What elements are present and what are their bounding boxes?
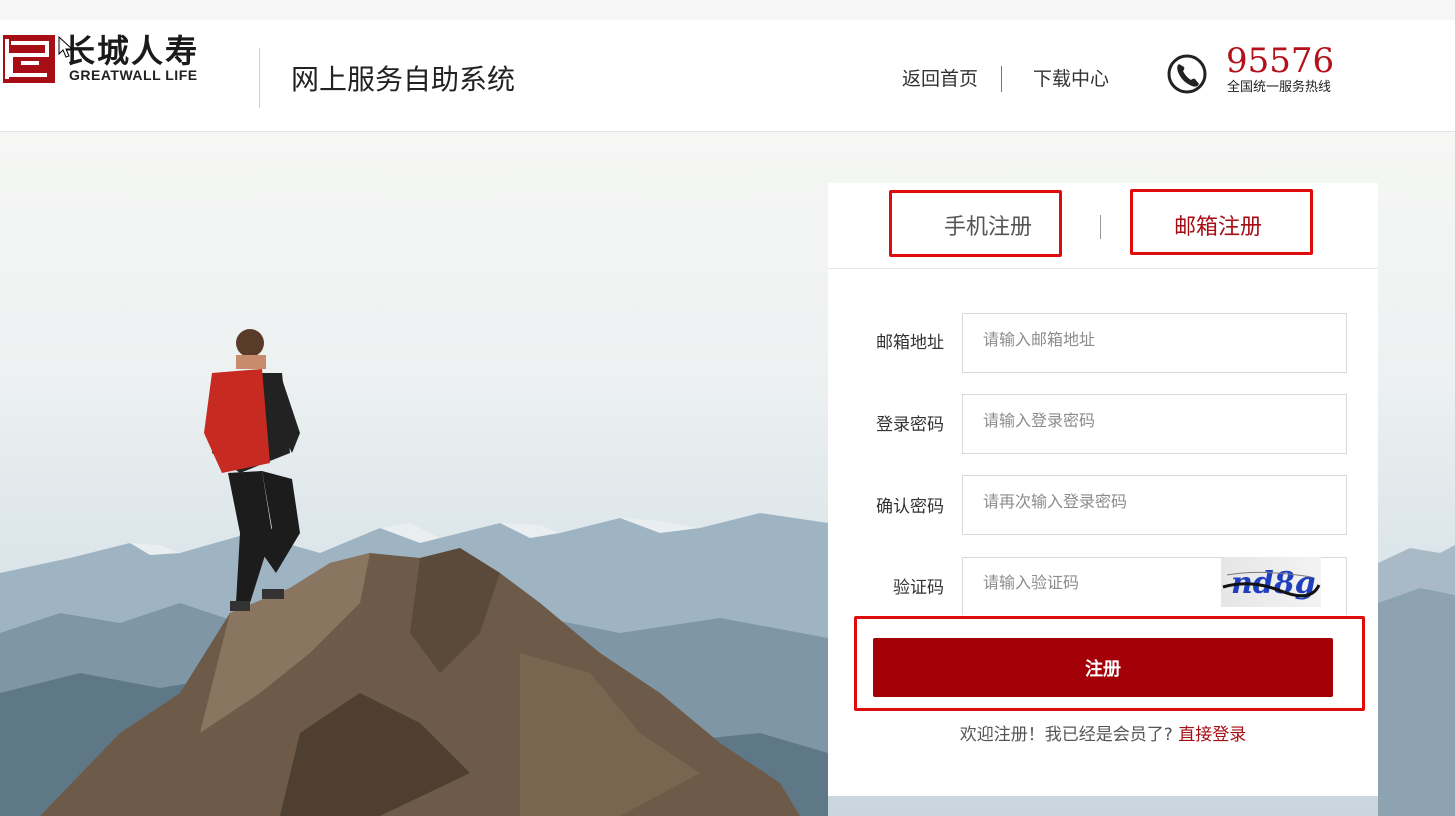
password-field[interactable] bbox=[962, 394, 1347, 454]
register-submit-button[interactable]: 注册 bbox=[873, 638, 1333, 697]
register-card: 手机注册 邮箱注册 邮箱地址 登录密码 确认密码 验证码 nd8g 注册 欢迎注… bbox=[828, 183, 1378, 796]
brand-name-cn: 长城人寿 bbox=[63, 32, 200, 70]
greatwall-seal-icon bbox=[3, 35, 55, 83]
browser-top-strip bbox=[0, 0, 1455, 20]
system-title: 网上服务自助系统 bbox=[291, 63, 516, 96]
email-field[interactable] bbox=[962, 313, 1347, 373]
tab-divider bbox=[1100, 215, 1101, 239]
brand-logo[interactable]: 长城人寿 GREATWALL LIFE bbox=[3, 32, 233, 102]
nav-download-link[interactable]: 下载中心 bbox=[1033, 66, 1109, 92]
header-divider bbox=[259, 48, 260, 108]
password-label: 登录密码 bbox=[876, 415, 944, 435]
tab-email-register[interactable]: 邮箱注册 bbox=[1128, 183, 1308, 269]
nav-home-link[interactable]: 返回首页 bbox=[902, 66, 978, 92]
captcha-label: 验证码 bbox=[893, 578, 944, 598]
register-tabs: 手机注册 邮箱注册 bbox=[828, 183, 1378, 269]
nav-divider bbox=[1001, 66, 1002, 92]
captcha-image[interactable]: nd8g bbox=[1221, 557, 1321, 607]
email-label: 邮箱地址 bbox=[876, 333, 944, 353]
brand-name-en: GREATWALL LIFE bbox=[69, 67, 198, 83]
direct-login-link[interactable]: 直接登录 bbox=[1178, 725, 1246, 745]
tab-phone-register[interactable]: 手机注册 bbox=[898, 183, 1078, 269]
phone-icon bbox=[1166, 52, 1208, 96]
hotline-caption: 全国统一服务热线 bbox=[1227, 80, 1332, 95]
hotline-number: 95576 bbox=[1226, 41, 1335, 81]
confirm-password-field[interactable] bbox=[962, 475, 1347, 535]
login-prompt: 欢迎注册！我已经是会员了? 直接登录 bbox=[828, 723, 1378, 747]
login-prompt-text: 欢迎注册！我已经是会员了? bbox=[959, 725, 1179, 745]
mouse-cursor-icon bbox=[58, 35, 74, 64]
confirm-password-label: 确认密码 bbox=[876, 497, 944, 517]
